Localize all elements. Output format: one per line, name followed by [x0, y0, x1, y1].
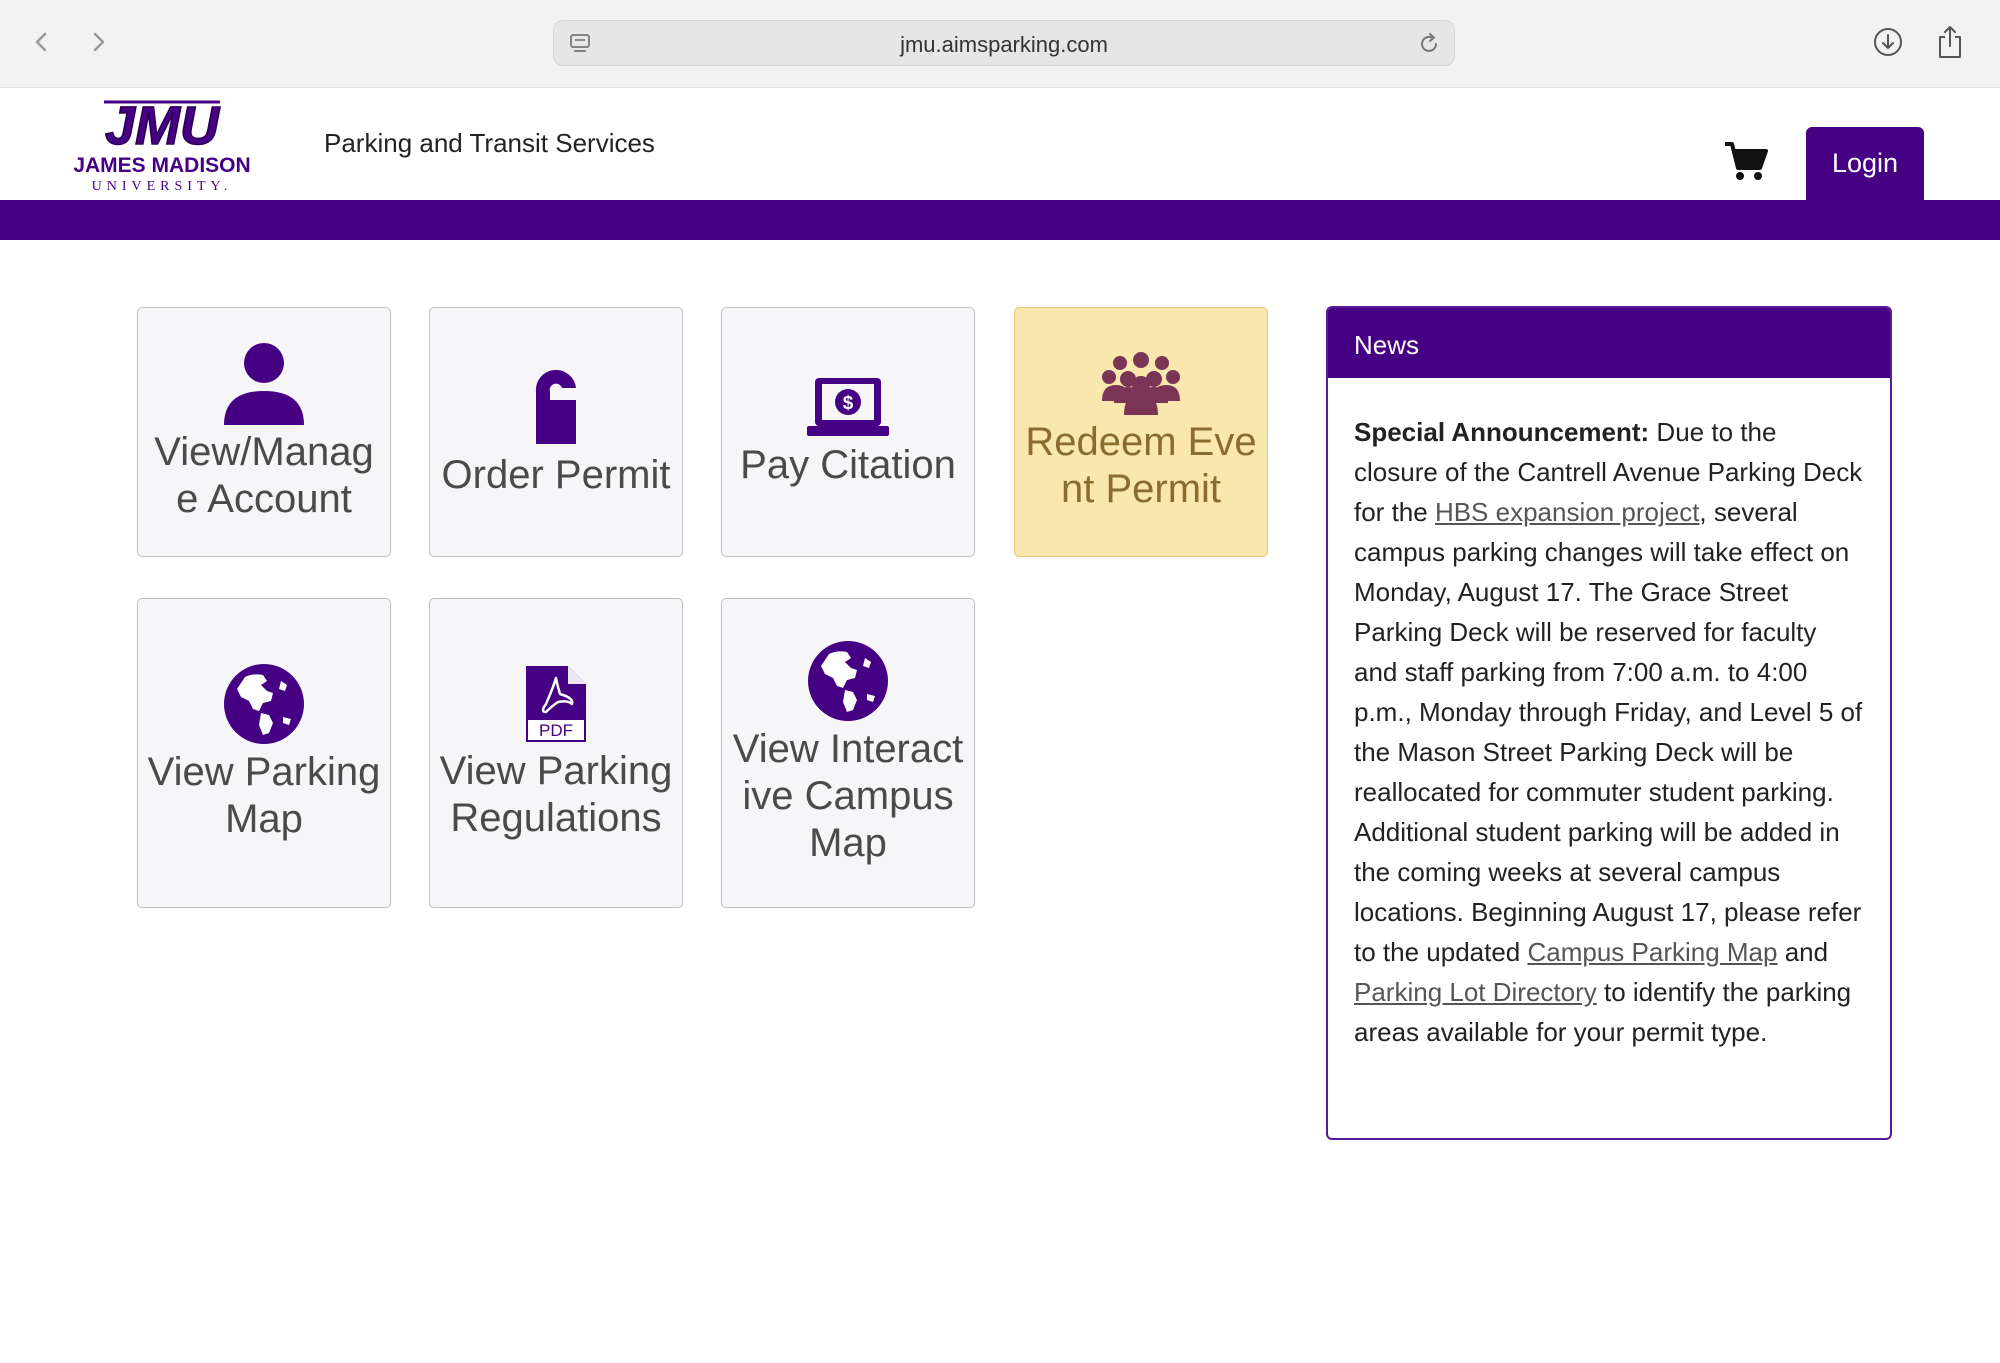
download-icon[interactable]: [1868, 22, 1908, 62]
site-header: JMU JAMES MADISON UNIVERSITY. Parking an…: [0, 88, 2000, 200]
tile-view-parking-regulations[interactable]: PDF View Parking Regulations: [429, 598, 683, 908]
jmu-logo[interactable]: JMU JAMES MADISON UNIVERSITY.: [64, 94, 260, 194]
globe-icon: [808, 640, 888, 721]
header-band: [0, 200, 2000, 240]
share-icon[interactable]: [1930, 22, 1970, 62]
svg-text:$: $: [843, 393, 854, 414]
tile-label: Pay Citation: [740, 442, 956, 487]
svg-text:UNIVERSITY.: UNIVERSITY.: [92, 179, 233, 194]
person-icon: [224, 343, 304, 425]
reload-icon[interactable]: [1416, 31, 1442, 57]
door-hanger-icon: [535, 369, 576, 444]
news-text: , several campus parking changes will ta…: [1354, 497, 1863, 967]
tile-order-permit[interactable]: Order Permit: [429, 307, 683, 557]
tile-label: View Parking Map: [147, 750, 381, 841]
campus-parking-map-link[interactable]: Campus Parking Map: [1527, 937, 1777, 967]
tile-label: View/Manage Account: [154, 430, 374, 521]
browser-toolbar: jmu.aimsparking.com: [0, 0, 2000, 88]
hbs-expansion-link[interactable]: HBS expansion project: [1435, 497, 1699, 527]
news-text: and: [1777, 937, 1829, 967]
news-body: Special Announcement: Due to the closure…: [1328, 378, 1890, 1052]
back-icon[interactable]: [22, 22, 62, 62]
address-bar[interactable]: jmu.aimsparking.com: [553, 20, 1455, 66]
cart-icon[interactable]: [1722, 138, 1770, 186]
tile-pay-citation[interactable]: $ Pay Citation: [721, 307, 975, 557]
tile-view-manage-account[interactable]: View/Manage Account: [137, 307, 391, 557]
tile-label: View Parking Regulations: [439, 749, 673, 840]
news-title: News: [1328, 308, 1890, 378]
svg-text:JAMES MADISON: JAMES MADISON: [73, 154, 250, 177]
department-title: Parking and Transit Services: [324, 128, 655, 158]
forward-icon[interactable]: [78, 22, 118, 62]
news-lead: Special Announcement:: [1354, 417, 1650, 447]
group-icon: [1102, 352, 1180, 415]
tile-view-parking-map[interactable]: View Parking Map: [137, 598, 391, 908]
login-button[interactable]: Login: [1806, 127, 1924, 200]
parking-lot-directory-link[interactable]: Parking Lot Directory: [1354, 977, 1597, 1007]
tile-view-interactive-campus-map[interactable]: View Interactive Campus Map: [721, 598, 975, 908]
news-panel: News Special Announcement: Due to the cl…: [1326, 306, 1892, 1140]
url-text: jmu.aimsparking.com: [900, 32, 1108, 57]
globe-icon: [224, 664, 304, 744]
tile-label: Order Permit: [441, 452, 671, 497]
pdf-icon: PDF: [526, 666, 586, 742]
tile-redeem-event-permit[interactable]: Redeem Event Permit: [1014, 307, 1268, 557]
svg-text:PDF: PDF: [539, 721, 573, 740]
laptop-dollar-icon: $: [807, 377, 889, 436]
tile-label: View Interactive Campus Map: [732, 726, 964, 865]
tile-label: Redeem Event Permit: [1025, 420, 1257, 511]
svg-text:JMU: JMU: [105, 96, 221, 156]
